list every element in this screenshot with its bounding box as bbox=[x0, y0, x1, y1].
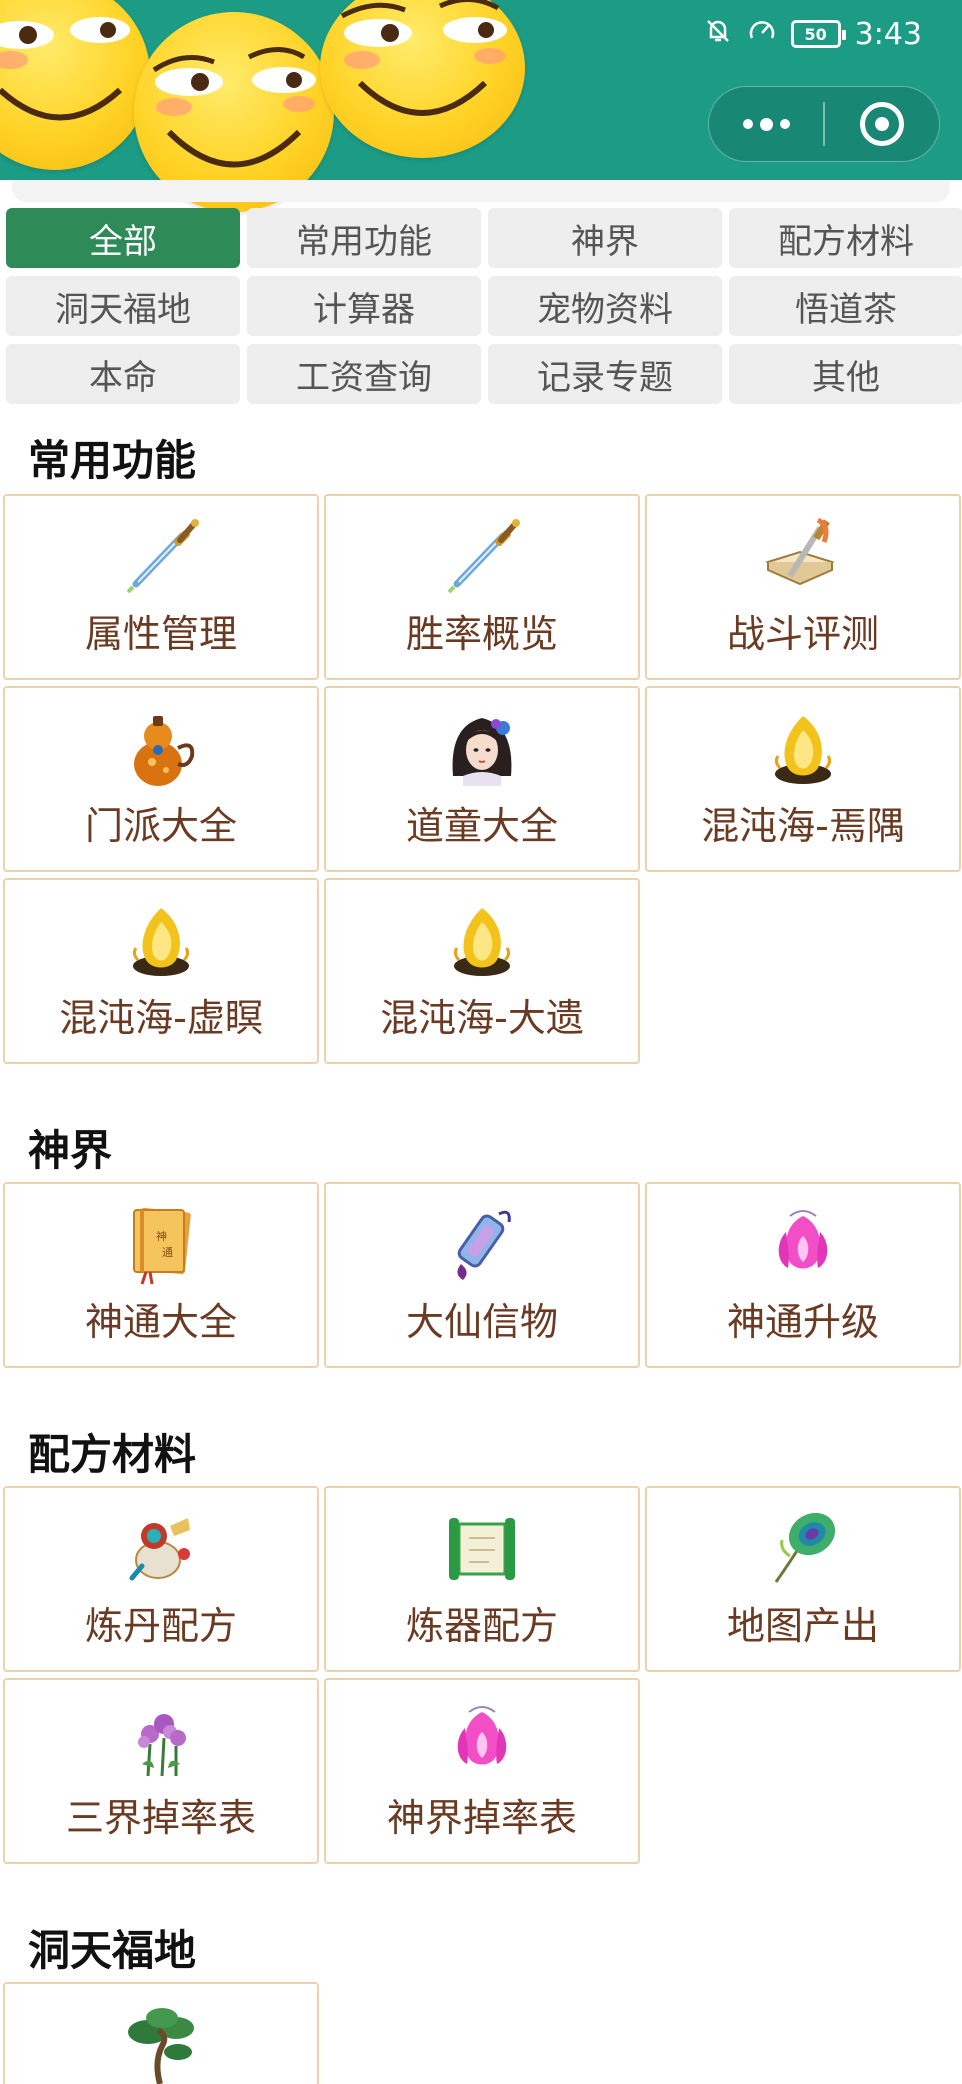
gourd-icon bbox=[116, 704, 206, 794]
category-tab[interactable]: 本命 bbox=[6, 344, 240, 404]
section-title: 神界 bbox=[28, 1126, 113, 1175]
speed-gauge-icon bbox=[747, 16, 777, 52]
feature-tile-label: 神通升级 bbox=[726, 1300, 879, 1344]
status-bar: 50 3:43 bbox=[703, 14, 922, 54]
category-tab[interactable]: 其他 bbox=[729, 344, 962, 404]
feature-tile[interactable]: 神界掉率表 bbox=[324, 1678, 640, 1864]
section-title: 洞天福地 bbox=[28, 1926, 197, 1975]
feature-grid bbox=[3, 1982, 961, 2084]
feature-tile[interactable]: 道童大全 bbox=[324, 686, 640, 872]
pink-flame-icon bbox=[758, 1200, 848, 1290]
feature-tile[interactable]: 战斗评测 bbox=[645, 494, 961, 680]
feature-tile[interactable]: 神通神通大全 bbox=[3, 1182, 319, 1368]
feature-tile[interactable]: 混沌海-大遗 bbox=[324, 878, 640, 1064]
feature-grid: 炼丹配方 炼器配方 地图产出三界掉率表 神界掉率表 bbox=[3, 1486, 961, 1864]
feature-tile[interactable]: 神通升级 bbox=[645, 1182, 961, 1368]
category-tab-grid: 全部 常用功能 神界 配方材料洞天福地 计算器 宠物资料 悟道茶本命 工资查询 记录专题 其他 bbox=[6, 208, 962, 404]
feature-tile[interactable]: 地图产出 bbox=[645, 1486, 961, 1672]
jade-token-icon bbox=[437, 1200, 527, 1290]
feature-tile-label: 混沌海-虚瞑 bbox=[59, 996, 263, 1040]
miniprogram-capsule bbox=[708, 86, 940, 162]
emoji-face-sticker bbox=[0, 0, 150, 170]
lilac-flower-icon bbox=[116, 1696, 206, 1786]
emoji-face-sticker bbox=[320, 0, 525, 158]
category-tab[interactable]: 洞天福地 bbox=[6, 276, 240, 336]
feature-tile[interactable]: 胜率概览 bbox=[324, 494, 640, 680]
category-tab[interactable]: 常用功能 bbox=[247, 208, 481, 268]
category-tab[interactable]: 神界 bbox=[488, 208, 722, 268]
feature-tile-label: 道童大全 bbox=[405, 804, 558, 848]
golden-flame-icon bbox=[437, 896, 527, 986]
battery-level: 50 bbox=[804, 24, 827, 44]
book-sword-icon bbox=[758, 512, 848, 602]
feature-tile[interactable]: 三界掉率表 bbox=[3, 1678, 319, 1864]
feature-tile-label: 属性管理 bbox=[84, 612, 237, 656]
section-title: 配方材料 bbox=[28, 1430, 197, 1479]
golden-flame-icon bbox=[758, 704, 848, 794]
category-tab[interactable]: 宠物资料 bbox=[488, 276, 722, 336]
feature-tile[interactable] bbox=[3, 1982, 319, 2084]
feature-tile-label: 炼器配方 bbox=[405, 1604, 558, 1648]
section-title: 常用功能 bbox=[28, 436, 197, 485]
alchemy-gourd-icon bbox=[116, 1504, 206, 1594]
category-tab[interactable]: 计算器 bbox=[247, 276, 481, 336]
peacock-feather-icon bbox=[758, 1504, 848, 1594]
sword-icon bbox=[437, 512, 527, 602]
feature-tile[interactable]: 混沌海-焉隅 bbox=[645, 686, 961, 872]
feature-tile-label: 门派大全 bbox=[84, 804, 237, 848]
feature-grid: 属性管理 胜率概览 战斗评测门派大全 道童大全 混沌海-焉隅混沌海-虚瞑 混沌海-大遗 bbox=[3, 494, 961, 1064]
feature-tile[interactable]: 大仙信物 bbox=[324, 1182, 640, 1368]
category-tab[interactable]: 全部 bbox=[6, 208, 240, 268]
target-circle-icon bbox=[859, 102, 904, 146]
battery-indicator: 50 bbox=[790, 20, 846, 48]
feature-tile-label: 三界掉率表 bbox=[65, 1796, 256, 1840]
feature-tile[interactable]: 炼器配方 bbox=[324, 1486, 640, 1672]
header-bottom-strip bbox=[12, 180, 950, 202]
feature-tile[interactable]: 门派大全 bbox=[3, 686, 319, 872]
more-menu-button[interactable] bbox=[709, 86, 823, 162]
feature-tile-label: 炼丹配方 bbox=[84, 1604, 237, 1648]
category-tab[interactable]: 配方材料 bbox=[729, 208, 962, 268]
pink-flame-icon bbox=[437, 1696, 527, 1786]
category-tab[interactable]: 工资查询 bbox=[247, 344, 481, 404]
svg-text:通: 通 bbox=[162, 1246, 173, 1259]
feature-tile-label: 地图产出 bbox=[726, 1604, 879, 1648]
feature-tile[interactable]: 混沌海-虚瞑 bbox=[3, 878, 319, 1064]
feature-tile[interactable]: 属性管理 bbox=[3, 494, 319, 680]
bonsai-tree-icon bbox=[116, 2000, 206, 2084]
category-tab[interactable]: 记录专题 bbox=[488, 344, 722, 404]
feature-tile-label: 胜率概览 bbox=[405, 612, 558, 656]
mute-bell-icon bbox=[703, 16, 733, 52]
feature-tile-label: 神界掉率表 bbox=[386, 1796, 577, 1840]
sword-icon bbox=[116, 512, 206, 602]
feature-tile-label: 战斗评测 bbox=[726, 612, 879, 656]
category-tab[interactable]: 悟道茶 bbox=[729, 276, 962, 336]
close-miniprogram-button[interactable] bbox=[825, 86, 939, 162]
clock: 3:43 bbox=[854, 16, 922, 52]
golden-flame-icon bbox=[116, 896, 206, 986]
feature-tile-label: 混沌海-大遗 bbox=[380, 996, 584, 1040]
green-scroll-icon bbox=[437, 1504, 527, 1594]
feature-tile[interactable]: 炼丹配方 bbox=[3, 1486, 319, 1672]
feature-tile-label: 大仙信物 bbox=[405, 1300, 558, 1344]
feature-tile-label: 神通大全 bbox=[84, 1300, 237, 1344]
header-bar: 50 3:43 bbox=[0, 0, 962, 212]
svg-text:神: 神 bbox=[156, 1229, 167, 1243]
maiden-portrait-icon bbox=[437, 704, 527, 794]
golden-book-icon: 神通 bbox=[116, 1200, 206, 1290]
feature-tile-label: 混沌海-焉隅 bbox=[701, 804, 905, 848]
feature-grid: 神通神通大全 大仙信物 神通升级 bbox=[3, 1182, 961, 1368]
